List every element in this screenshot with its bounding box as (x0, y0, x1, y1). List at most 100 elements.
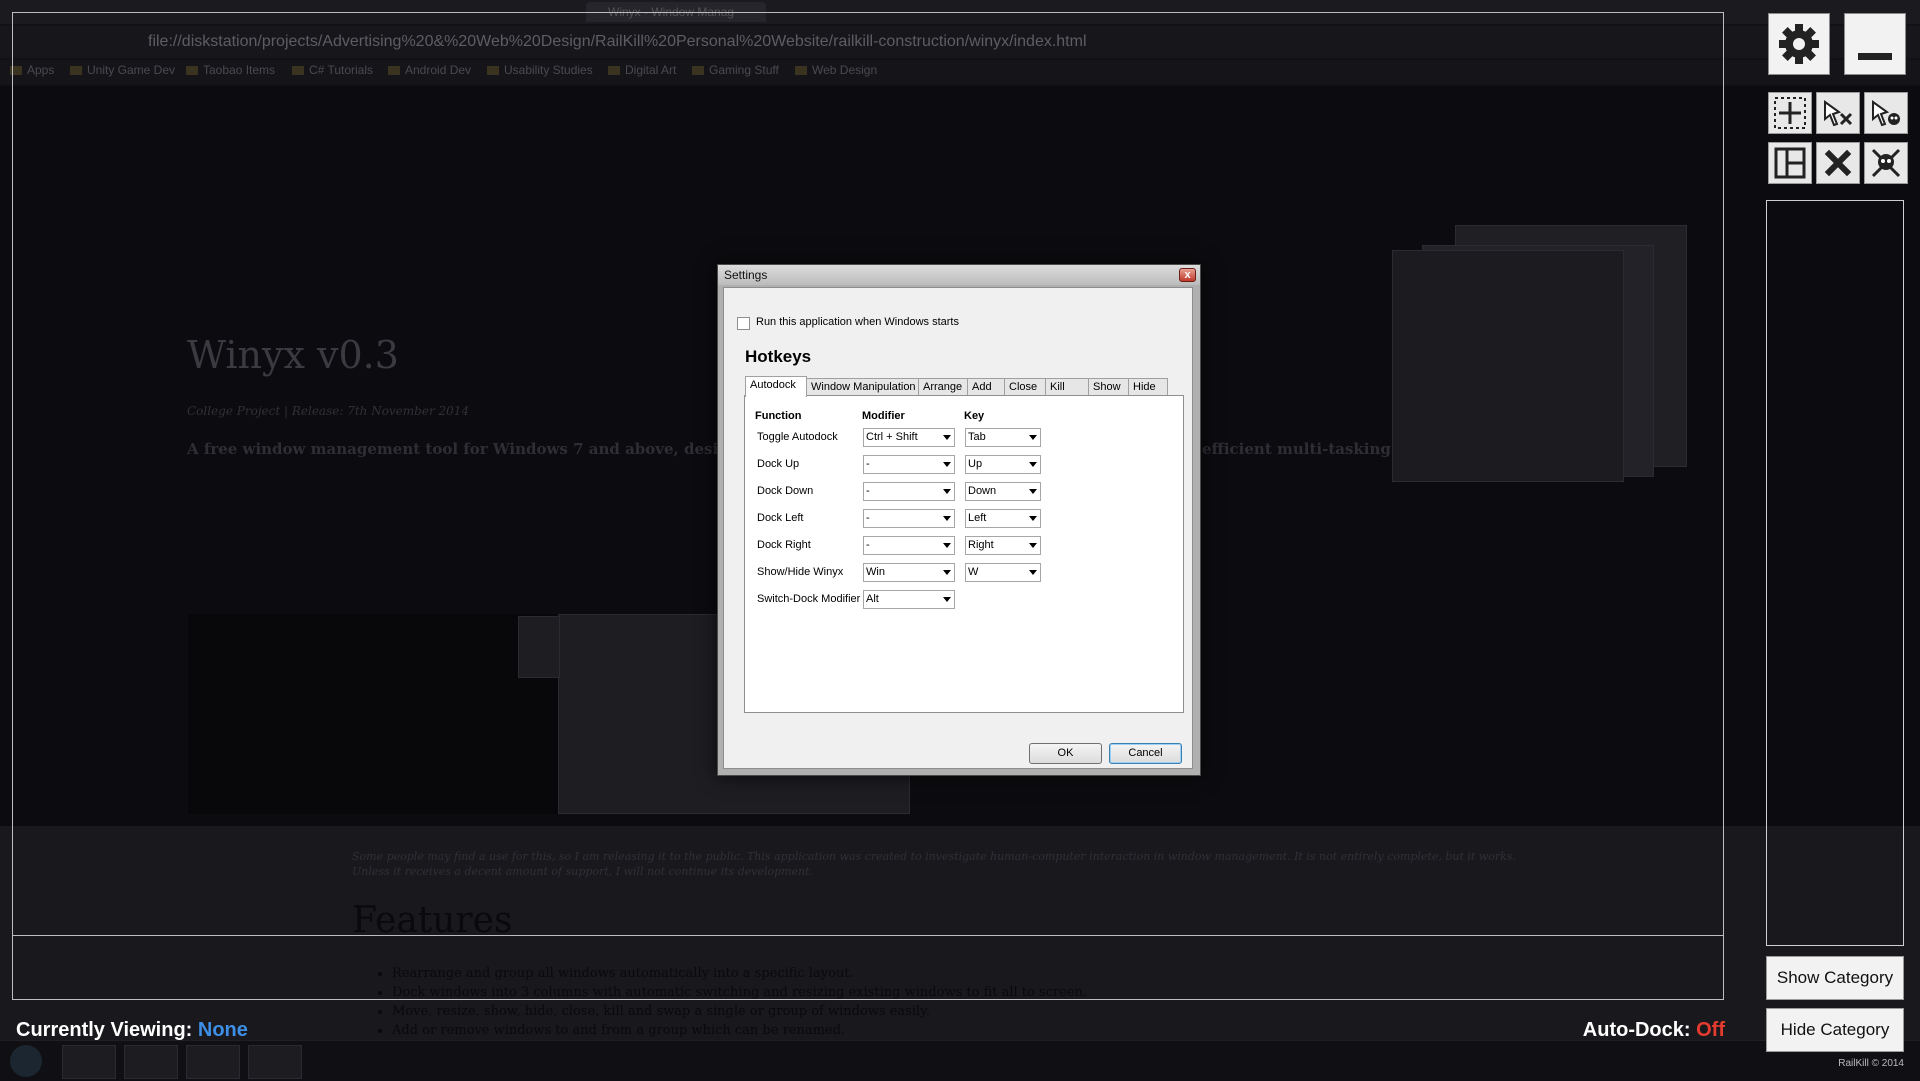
auto-dock-status: Auto-Dock: Off (1583, 1019, 1725, 1042)
dropdown-arrow-icon (1029, 543, 1037, 548)
run-at-startup-checkbox[interactable] (737, 317, 750, 330)
function-column-header: Function (755, 410, 802, 422)
dialog-client-area: Run this application when Windows starts… (723, 287, 1193, 769)
hide-category-button[interactable]: Hide Category (1766, 1008, 1904, 1052)
dialog-titlebar[interactable]: Settings x (718, 265, 1200, 285)
run-at-startup-label[interactable]: Run this application when Windows starts (756, 316, 959, 328)
gear-icon (1779, 24, 1819, 64)
cursor-skull-icon (1872, 100, 1900, 127)
tab-arrange[interactable]: Arrange (918, 378, 968, 396)
modifier-select[interactable]: - (863, 482, 955, 501)
dropdown-arrow-icon (943, 597, 951, 602)
close-windows-button[interactable] (1816, 142, 1860, 184)
dropdown-arrow-icon (1029, 489, 1037, 494)
minimize-button[interactable] (1844, 13, 1906, 75)
tab-add[interactable]: Add (967, 378, 1005, 396)
category-list-panel[interactable] (1766, 200, 1904, 946)
key-value: Tab (968, 431, 986, 443)
dialog-close-button[interactable]: x (1179, 268, 1196, 282)
hotkeys-heading: Hotkeys (745, 347, 812, 366)
tab-kill[interactable]: Kill (1045, 378, 1089, 396)
layout-grid-icon (1774, 147, 1806, 179)
hotkey-function-label: Toggle Autodock (757, 431, 838, 443)
settings-button[interactable] (1768, 13, 1830, 75)
key-select[interactable]: Up (965, 455, 1041, 474)
copyright-text: RailKill © 2014 (1838, 1058, 1904, 1069)
modifier-column-header: Modifier (862, 410, 905, 422)
modifier-select[interactable]: - (863, 455, 955, 474)
minimize-icon (1858, 53, 1892, 60)
taskbar-app[interactable] (186, 1045, 240, 1079)
modifier-value: - (866, 512, 870, 524)
modifier-value: Ctrl + Shift (866, 431, 918, 443)
modifier-value: Win (866, 566, 885, 578)
hotkey-function-label: Switch-Dock Modifier (757, 593, 861, 605)
key-select[interactable]: Down (965, 482, 1041, 501)
key-select[interactable]: Tab (965, 428, 1041, 447)
currently-viewing-label: Currently Viewing: (16, 1019, 193, 1041)
cancel-button[interactable]: Cancel (1109, 743, 1182, 764)
key-select[interactable]: Left (965, 509, 1041, 528)
key-value: W (968, 566, 979, 578)
auto-dock-label: Auto-Dock: (1582, 1019, 1691, 1041)
auto-dock-value: Off (1696, 1019, 1725, 1041)
taskbar-chrome[interactable] (124, 1045, 178, 1079)
hotkey-function-label: Dock Left (757, 512, 804, 524)
remove-select-button[interactable] (1816, 92, 1860, 134)
tab-hide[interactable]: Hide (1128, 378, 1168, 396)
taskbar-app[interactable] (248, 1045, 302, 1079)
key-value: Left (968, 512, 987, 524)
key-value: Right (968, 539, 994, 551)
select-window-button[interactable] (1768, 92, 1812, 134)
hotkey-function-label: Show/Hide Winyx (757, 566, 844, 578)
key-value: Down (968, 485, 997, 497)
modifier-select[interactable]: - (863, 536, 955, 555)
tab-close[interactable]: Close (1004, 378, 1046, 396)
key-value: Up (968, 458, 983, 470)
taskbar-explorer[interactable] (62, 1045, 116, 1079)
dropdown-arrow-icon (943, 489, 951, 494)
dropdown-arrow-icon (943, 570, 951, 575)
tab-window-manipulation[interactable]: Window Manipulation (806, 378, 919, 396)
dropdown-arrow-icon (1029, 516, 1037, 521)
dropdown-arrow-icon (1029, 462, 1037, 467)
modifier-select[interactable]: Win (863, 563, 955, 582)
cursor-x-icon (1824, 100, 1853, 127)
currently-viewing-status: Currently Viewing: None (16, 1019, 248, 1042)
layout-button[interactable] (1768, 142, 1812, 184)
list-item: Add or remove windows to and from a grou… (392, 1021, 1087, 1040)
kill-windows-button[interactable] (1864, 142, 1908, 184)
modifier-select[interactable]: - (863, 509, 955, 528)
dropdown-arrow-icon (943, 516, 951, 521)
overlay-divider (12, 935, 1724, 936)
dropdown-arrow-icon (1029, 570, 1037, 575)
modifier-value: Alt (866, 593, 879, 605)
dropdown-arrow-icon (943, 543, 951, 548)
hotkey-function-label: Dock Up (757, 458, 800, 470)
show-category-button[interactable]: Show Category (1766, 956, 1904, 1000)
key-column-header: Key (964, 410, 985, 422)
start-button[interactable] (10, 1045, 42, 1077)
crosshair-select-icon (1774, 97, 1806, 129)
key-select[interactable]: Right (965, 536, 1041, 555)
hotkey-function-label: Dock Down (757, 485, 814, 497)
tab-autodock[interactable]: Autodock (745, 376, 807, 397)
dropdown-arrow-icon (943, 462, 951, 467)
tab-show[interactable]: Show (1088, 378, 1129, 396)
close-icon (1824, 149, 1852, 177)
modifier-value: - (866, 485, 870, 497)
dropdown-arrow-icon (1029, 435, 1037, 440)
settings-dialog: Settings x Run this application when Win… (717, 264, 1201, 776)
key-select[interactable]: W (965, 563, 1041, 582)
ok-button[interactable]: OK (1029, 743, 1102, 764)
modifier-select[interactable]: Ctrl + Shift (863, 428, 955, 447)
taskbar (0, 1040, 1920, 1081)
dialog-title: Settings (724, 268, 768, 282)
currently-viewing-value: None (197, 1019, 248, 1041)
modifier-value: - (866, 539, 870, 551)
skull-crossbones-icon (1871, 148, 1901, 178)
modifier-value: - (866, 458, 870, 470)
modifier-select[interactable]: Alt (863, 590, 955, 609)
kill-select-button[interactable] (1864, 92, 1908, 134)
list-item: Move, resize, show, hide, close, kill an… (392, 1002, 1087, 1021)
